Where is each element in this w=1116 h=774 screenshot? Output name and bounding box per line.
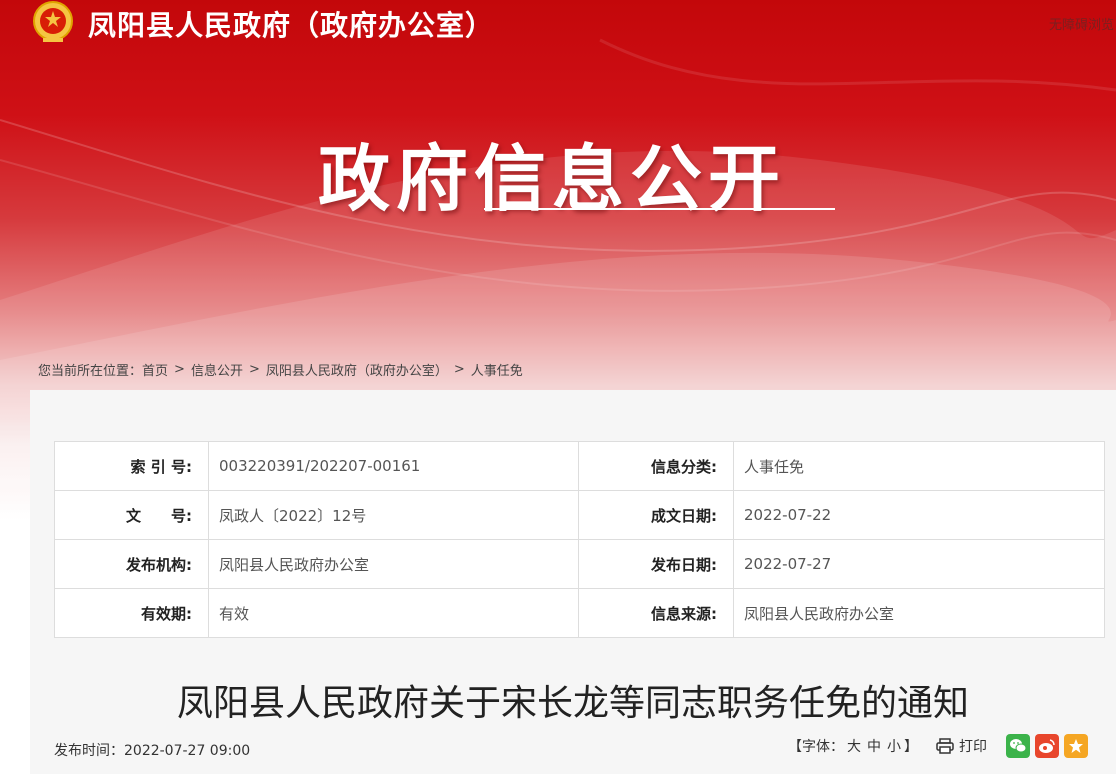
document-title: 凤阳县人民政府关于宋长龙等同志职务任免的通知 [176,683,969,724]
font-size-close: 】 [904,739,918,755]
publisher-label: 发布机构: [54,539,209,589]
category-value: 人事任免 [733,441,1105,491]
validity-value: 有效 [208,588,579,638]
publish-date-label: 发布日期: [578,539,734,589]
publish-time: 发布时间：2022-07-27 09:00 [54,743,251,759]
favorite-icon [1069,739,1083,753]
article-tools: 【字体： 大 中 小 】 打印 [788,734,1088,758]
print-label: 打印 [959,739,987,755]
table-row: 发布机构: 凤阳县人民政府办公室 发布日期: 2022-07-27 [54,539,1105,589]
content-panel: 索 引 号: 003220391/202207-00161 信息分类: 人事任免… [30,390,1116,774]
print-icon [936,738,954,754]
breadcrumb-separator: > [248,362,260,377]
weibo-icon [1039,739,1055,753]
national-emblem-icon [30,0,76,44]
breadcrumb-separator: > [174,362,185,377]
site-title[interactable]: 凤阳县人民政府（政府办公室） [88,4,494,44]
written-date-value: 2022-07-22 [733,490,1105,540]
breadcrumb-item-home[interactable]: 首页 [142,360,168,379]
category-label: 信息分类: [578,441,734,491]
breadcrumb-prefix: 您当前所在位置： [38,364,143,379]
table-row: 文 号: 凤政人〔2022〕12号 成文日期: 2022-07-22 [54,490,1105,540]
written-date-label: 成文日期: [578,490,734,540]
breadcrumb-item-personnel[interactable]: 人事任免 [471,360,523,379]
publish-date-value: 2022-07-27 [733,539,1105,589]
index-number-label: 索 引 号: [54,441,209,491]
validity-label: 有效期: [54,588,209,638]
font-size-control: 【字体： 大 中 小 】 [788,736,918,756]
source-label: 信息来源: [578,588,734,638]
share-wechat-button[interactable] [1006,734,1030,758]
font-large-button[interactable]: 大 [847,736,861,756]
breadcrumb-separator: > [453,362,465,377]
index-number-value: 003220391/202207-00161 [208,441,579,491]
font-small-button[interactable]: 小 [887,736,901,756]
favorite-button[interactable] [1064,734,1088,758]
font-size-label: 【字体： [788,739,844,755]
font-medium-button[interactable]: 中 [867,736,881,756]
publisher-value: 凤阳县人民政府办公室 [208,539,579,589]
breadcrumb-item-gov-office[interactable]: 凤阳县人民政府（政府办公室） [266,360,448,379]
hero-underline [484,208,835,210]
breadcrumb-item-info-public[interactable]: 信息公开 [191,360,243,379]
metadata-table: 索 引 号: 003220391/202207-00161 信息分类: 人事任免… [54,441,1105,638]
doc-number-label: 文 号: [54,490,209,540]
breadcrumb: 您当前所在位置： 首页 > 信息公开 > 凤阳县人民政府（政府办公室） > 人事… [38,360,523,379]
table-row: 索 引 号: 003220391/202207-00161 信息分类: 人事任免 [54,441,1105,491]
accessibility-link[interactable]: 无障碍浏览 [1049,14,1114,33]
table-row: 有效期: 有效 信息来源: 凤阳县人民政府办公室 [54,588,1105,638]
wechat-icon [1010,739,1027,753]
source-value: 凤阳县人民政府办公室 [733,588,1105,638]
print-button[interactable]: 打印 [936,736,987,756]
doc-number-value: 凤政人〔2022〕12号 [208,490,579,540]
share-weibo-button[interactable] [1035,734,1059,758]
